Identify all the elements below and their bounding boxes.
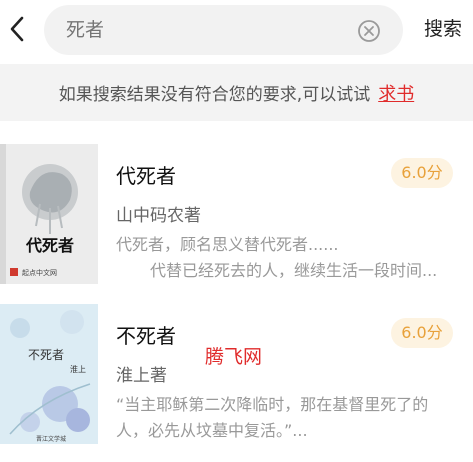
book-description: “当主耶稣第二次降临时，那在基督里死了的 人，必先从坟墓中复活。”...: [116, 392, 461, 444]
book-cover[interactable]: 代死者 起点中文网: [0, 144, 98, 284]
top-bar: 搜索: [0, 0, 473, 62]
cover-title: 不死者: [28, 348, 65, 362]
notice-text: 如果搜索结果没有符合您的要求,可以试试: [58, 85, 371, 105]
book-title[interactable]: 代死者: [116, 160, 176, 189]
cover-title: 代死者: [26, 236, 75, 255]
search-notice: 如果搜索结果没有符合您的要求,可以试试 求书: [0, 64, 473, 121]
cover-author: 淮上: [70, 365, 86, 374]
back-button[interactable]: [2, 12, 32, 46]
watermark-text: 腾飞网: [205, 346, 263, 368]
description-line: 人，必先从坟墓中复活。”...: [116, 421, 308, 440]
book-item[interactable]: 不死者 淮上 晋江文学城 不死者 6.0分 淮上著 “当主耶稣第二次降临时，那在…: [0, 304, 473, 454]
chevron-left-icon: [10, 16, 24, 42]
book-author: 淮上著: [116, 366, 167, 386]
description-line: “当主耶稣第二次降临时，那在基督里死了的: [116, 395, 429, 414]
book-item[interactable]: 代死者 起点中文网 代死者 6.0分 山中码农著 代死者，顾名思义替代死者...…: [0, 144, 473, 294]
cover-publisher: 起点中文网: [22, 269, 57, 277]
request-book-link[interactable]: 求书: [378, 80, 414, 106]
search-input[interactable]: [66, 5, 346, 55]
cover-art: [0, 144, 98, 284]
clear-icon: [358, 20, 380, 42]
book-title[interactable]: 不死者: [116, 320, 176, 349]
book-author: 山中码农著: [116, 206, 201, 226]
search-button[interactable]: 搜索: [424, 15, 462, 43]
description-line: 代死者，顾名思义替代死者......: [116, 235, 339, 254]
description-line: 代替已经死去的人，继续生活一段时间...: [150, 261, 438, 280]
score-badge: 6.0分: [391, 318, 453, 348]
search-box[interactable]: [44, 5, 403, 55]
clear-search-button[interactable]: [357, 19, 381, 43]
score-badge: 6.0分: [391, 158, 453, 188]
cover-publisher: 晋江文学城: [36, 436, 67, 443]
book-description: 代死者，顾名思义替代死者...... 代替已经死去的人，继续生活一段时间...: [116, 232, 461, 284]
book-cover[interactable]: 不死者 淮上 晋江文学城: [0, 304, 98, 444]
